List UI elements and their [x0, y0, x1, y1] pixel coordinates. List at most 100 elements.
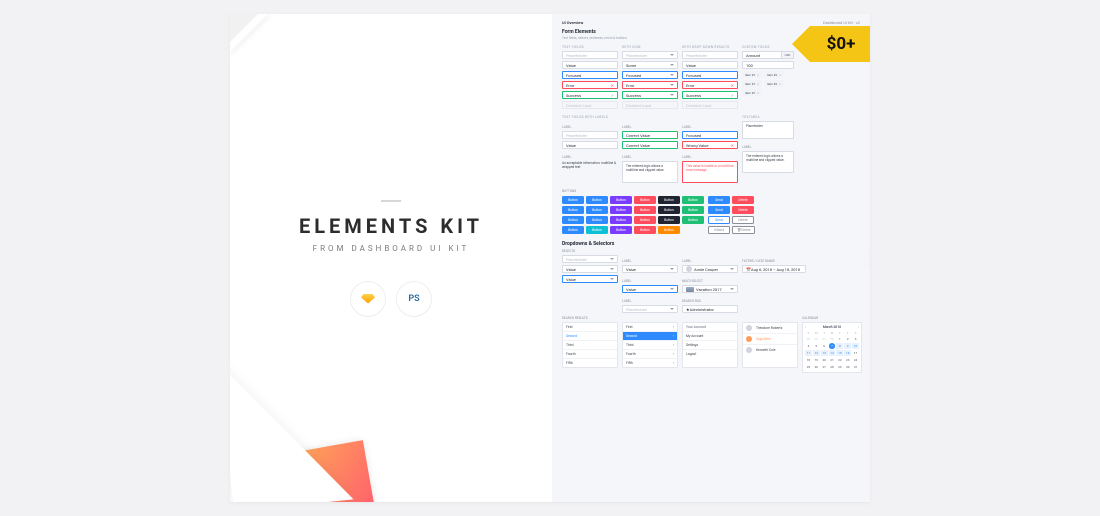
button[interactable]: Button	[682, 196, 704, 204]
button[interactable]: Button	[586, 206, 608, 214]
text-input[interactable]: Value	[562, 141, 618, 149]
autocomplete-input[interactable]: Value	[682, 61, 738, 69]
send-button[interactable]: Send	[708, 196, 730, 204]
button[interactable]: Button	[562, 226, 584, 234]
calendar-day[interactable]: 28	[829, 364, 836, 370]
tag-chip[interactable]: Item #1×	[742, 89, 762, 96]
calendar-day[interactable]: 4	[805, 343, 812, 349]
calendar-day[interactable]: 3	[852, 336, 859, 342]
percent-input[interactable]: 100	[742, 61, 794, 69]
list-item[interactable]: First›	[623, 323, 677, 332]
button[interactable]: Button	[562, 216, 584, 224]
close-icon[interactable]: ×	[757, 82, 759, 86]
searchable-select[interactable]: ★ Administrator	[682, 305, 738, 313]
button[interactable]: Button	[634, 196, 656, 204]
button[interactable]: Button	[682, 216, 704, 224]
button[interactable]: Button	[586, 196, 608, 204]
textarea[interactable]: The entered logic allows a multiline and…	[742, 151, 794, 173]
list-item[interactable]: Olga Allen	[743, 334, 797, 345]
calendar-day[interactable]: 30	[844, 364, 851, 370]
select-input-success[interactable]: Success	[622, 91, 678, 99]
button[interactable]: Button	[586, 216, 608, 224]
calendar-day[interactable]: 29	[836, 364, 843, 370]
close-icon[interactable]: ×	[779, 73, 781, 77]
calendar-day[interactable]: 31	[852, 364, 859, 370]
list-item[interactable]: Third	[563, 341, 617, 350]
button[interactable]: Button	[586, 226, 608, 234]
list-item[interactable]: Fourth›	[623, 350, 677, 359]
calendar-day[interactable]: 17	[852, 350, 859, 356]
calendar-day[interactable]: 19	[813, 357, 820, 363]
button[interactable]: Button	[658, 196, 680, 204]
button[interactable]: Button	[610, 206, 632, 214]
delete-button[interactable]: Delete	[732, 196, 754, 204]
tag-chip[interactable]: Item #2×	[764, 80, 784, 87]
button[interactable]: Button	[610, 216, 632, 224]
list-item[interactable]: Fifth	[563, 359, 617, 367]
list-item[interactable]: Third›	[623, 341, 677, 350]
list-item[interactable]: Fifth›	[623, 359, 677, 367]
send-button-ghost[interactable]: ✉ Send	[708, 226, 730, 234]
button[interactable]: Button	[682, 206, 704, 214]
textarea[interactable]: The entered logic allows a multiline and…	[622, 161, 678, 183]
autocomplete-input-focused[interactable]: Focused	[682, 71, 738, 79]
calendar-day[interactable]: 21	[829, 357, 836, 363]
calendar-day[interactable]: 12	[813, 350, 820, 356]
tag-input[interactable]: Item #1× Item #2× Item #1× Item #2× Item…	[742, 71, 794, 96]
select-input[interactable]: Placeholder	[622, 51, 678, 59]
autocomplete-input-success[interactable]: Success✓	[682, 91, 738, 99]
calendar-day[interactable]: 26	[813, 336, 820, 342]
calendar-day[interactable]: 25	[805, 336, 812, 342]
button[interactable]: Button	[634, 216, 656, 224]
calendar-day[interactable]: 18	[805, 357, 812, 363]
list-item[interactable]: My Account	[683, 332, 737, 341]
tag-chip[interactable]: Item #1×	[742, 71, 762, 78]
calendar-day[interactable]: 13	[821, 350, 828, 356]
calendar-day[interactable]: 15	[836, 350, 843, 356]
text-input-error[interactable]: Error✕	[562, 81, 618, 89]
list-item[interactable]: Theodore Roberts	[743, 323, 797, 334]
calendar-next-icon[interactable]: ›	[858, 325, 859, 329]
date-range-input[interactable]: 📅 Aug 6, 2018 – Aug 18, 2018	[742, 265, 806, 273]
calendar-day[interactable]: 6	[821, 343, 828, 349]
button[interactable]: Button	[610, 226, 632, 234]
close-icon[interactable]: ×	[779, 82, 781, 86]
textarea-error[interactable]: This value is invalid or a multi-line er…	[682, 161, 738, 183]
calendar-day[interactable]: 11	[805, 350, 812, 356]
calendar-day[interactable]: 20	[821, 357, 828, 363]
text-input-success[interactable]: Correct Value	[622, 131, 678, 139]
list-item[interactable]: Kenneth Cole	[743, 345, 797, 355]
calendar-day[interactable]: 16	[844, 350, 851, 356]
calendar-day[interactable]: 14	[829, 350, 836, 356]
amount-input[interactable]: Amount USD	[742, 51, 794, 59]
calendar-day[interactable]: 27	[821, 364, 828, 370]
delete-button-ghost[interactable]: 🗑 Delete	[732, 226, 755, 234]
calendar-prev-icon[interactable]: ‹	[805, 325, 806, 329]
select-input-error[interactable]: Error	[622, 81, 678, 89]
delete-button-outline[interactable]: Delete	[732, 216, 754, 224]
user-select[interactable]: Annie Cooper	[682, 265, 738, 273]
text-input[interactable]: Placeholder	[562, 51, 618, 59]
calendar-day[interactable]: 8	[836, 343, 843, 349]
textarea[interactable]: Placeholder	[742, 121, 794, 139]
list-item[interactable]: Logout	[683, 350, 737, 358]
button[interactable]: Button	[658, 206, 680, 214]
close-icon[interactable]: ×	[757, 73, 759, 77]
send-button-outline[interactable]: Send	[708, 216, 730, 224]
tag-chip[interactable]: Item #2×	[764, 71, 784, 78]
select-input-focused[interactable]: Value	[562, 275, 618, 283]
text-input[interactable]: Value	[562, 61, 618, 69]
button[interactable]: Button	[562, 196, 584, 204]
text-input-success[interactable]: Correct Value	[622, 141, 678, 149]
button[interactable]: Button	[634, 226, 656, 234]
tag-chip[interactable]: Item #1×	[742, 80, 762, 87]
autocomplete-input-error[interactable]: Error✕	[682, 81, 738, 89]
button[interactable]: Button	[562, 206, 584, 214]
button[interactable]: Button	[658, 226, 680, 234]
text-input[interactable]: Placeholder	[562, 131, 618, 139]
calendar-day[interactable]: 23	[844, 357, 851, 363]
list-item[interactable]: First	[563, 323, 617, 332]
calendar-day[interactable]: 10	[852, 343, 859, 349]
calendar-day[interactable]: 27	[821, 336, 828, 342]
calendar-day[interactable]: 28	[829, 336, 836, 342]
